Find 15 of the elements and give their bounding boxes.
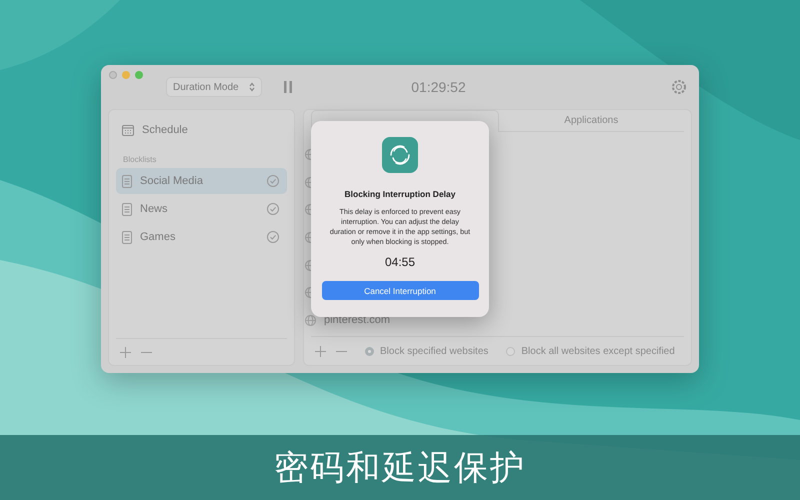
website-entry: pinterest.com [324, 314, 390, 326]
blocklist-item[interactable]: Games [116, 224, 287, 250]
radio-option[interactable]: Block all websites except specified [506, 346, 675, 356]
cancel-button[interactable]: Cancel Interruption [322, 281, 478, 300]
tab[interactable]: Applications [498, 110, 684, 132]
dialog-title: Blocking Interruption Delay [344, 189, 456, 199]
blocklist-item[interactable]: News [116, 196, 287, 222]
blocklist-item[interactable]: Social Media [116, 168, 287, 194]
caption: 密码和延迟保护 [274, 446, 526, 490]
timer: 01:29:52 [410, 79, 467, 95]
mode-dropdown[interactable]: Duration Mode [166, 77, 262, 97]
radio-option[interactable]: Block specified websites [365, 346, 488, 356]
countdown: 04:55 [384, 255, 416, 270]
section-label: Blocklists [123, 155, 158, 164]
schedule-item[interactable]: Schedule [116, 117, 287, 143]
